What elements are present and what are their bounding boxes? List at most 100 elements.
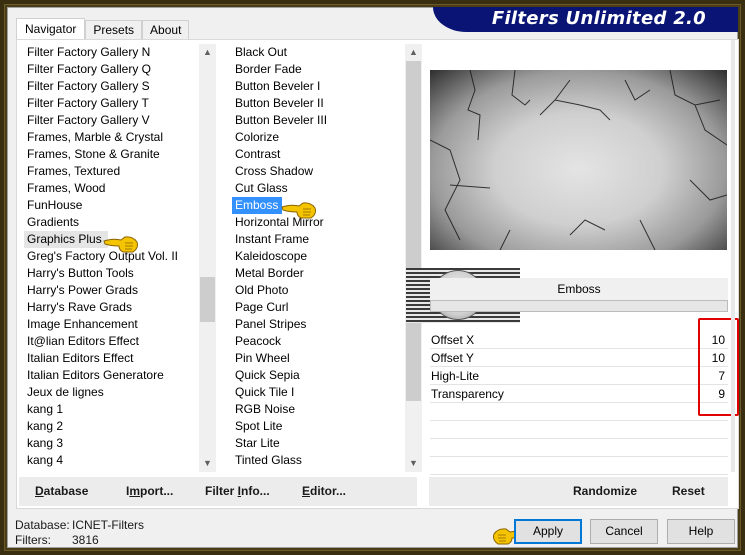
parameter-row[interactable] [430, 457, 728, 475]
filter-scrollbar[interactable]: ▲ ▼ [405, 44, 422, 472]
list-item[interactable]: Filter Factory Gallery N [24, 44, 200, 61]
list-item[interactable]: Page Curl [232, 299, 407, 316]
list-item[interactable]: Graphics Plus [24, 231, 108, 248]
category-scrollbar[interactable]: ▲ ▼ [199, 44, 216, 472]
database-value: ICNET-Filters [72, 518, 144, 532]
filters-label: Filters: [15, 533, 51, 547]
params-scrollbar[interactable] [731, 40, 735, 472]
category-scroll-thumb[interactable] [200, 277, 215, 322]
reset-button[interactable]: Reset [672, 484, 705, 498]
list-item[interactable]: kang 2 [24, 418, 200, 435]
list-item[interactable]: Harry's Button Tools [24, 265, 200, 282]
list-item[interactable]: Button Beveler III [232, 112, 407, 129]
parameter-row[interactable]: Offset X 10 [430, 331, 728, 349]
list-item[interactable]: Black Out [232, 44, 407, 61]
scroll-up-icon[interactable]: ▲ [199, 44, 216, 61]
list-item[interactable]: Emboss [232, 197, 283, 214]
list-item[interactable]: Tinted Glass [232, 452, 407, 469]
cancel-button[interactable]: Cancel [590, 519, 658, 544]
help-button[interactable]: Help [667, 519, 735, 544]
list-item[interactable]: Metal Border [232, 265, 407, 282]
list-item[interactable]: Spot Lite [232, 418, 407, 435]
list-item[interactable]: Frames, Stone & Granite [24, 146, 200, 163]
list-item[interactable]: Kaleidoscope [232, 248, 407, 265]
parameter-row[interactable] [430, 403, 728, 421]
list-item[interactable]: Frames, Marble & Crystal [24, 129, 200, 146]
list-item[interactable]: kang 4 [24, 452, 200, 469]
editor-button[interactable]: Editor... [302, 484, 346, 498]
list-item[interactable]: Quick Sepia [232, 367, 407, 384]
parameter-value[interactable]: 9 [718, 385, 725, 403]
parameter-row[interactable] [430, 439, 728, 457]
parameter-row[interactable] [430, 421, 728, 439]
list-item[interactable]: It@lian Editors Effect [24, 333, 200, 350]
list-item[interactable]: Star Lite [232, 435, 407, 452]
list-item[interactable]: Frames, Textured [24, 163, 200, 180]
import-button[interactable]: Import... [126, 484, 173, 498]
parameter-label: Transparency [431, 387, 504, 401]
list-item[interactable]: Peacock [232, 333, 407, 350]
list-item[interactable]: Cross Shadow [232, 163, 407, 180]
list-item[interactable]: Pin Wheel [232, 350, 407, 367]
list-item[interactable]: Panel Stripes [232, 316, 407, 333]
list-item[interactable]: Frames, Wood [24, 180, 200, 197]
parameter-label: High-Lite [431, 369, 480, 383]
scroll-down-icon[interactable]: ▼ [199, 455, 216, 472]
list-item[interactable]: Quick Tile I [232, 384, 407, 401]
randomize-button[interactable]: Randomize [573, 484, 637, 498]
list-item[interactable]: RGB Noise [232, 401, 407, 418]
database-button[interactable]: Database [35, 484, 88, 498]
list-item[interactable]: FunHouse [24, 197, 200, 214]
tab-presets[interactable]: Presets [85, 20, 143, 40]
list-item[interactable]: Italian Editors Effect [24, 350, 200, 367]
filter-info-button[interactable]: Filter Info... [205, 484, 270, 498]
category-list[interactable]: Filter Factory Gallery N Filter Factory G… [24, 44, 200, 472]
list-item[interactable]: Contrast [232, 146, 407, 163]
list-item[interactable]: kang 3 [24, 435, 200, 452]
scroll-down-icon[interactable]: ▼ [405, 455, 422, 472]
apply-button[interactable]: Apply [514, 519, 582, 544]
list-item[interactable]: Instant Frame [232, 231, 407, 248]
list-item[interactable]: kang 1 [24, 401, 200, 418]
filter-scroll-thumb[interactable] [406, 61, 421, 401]
list-item[interactable]: Italian Editors Generatore [24, 367, 200, 384]
list-item[interactable]: Colorize [232, 129, 407, 146]
list-item[interactable]: Harry's Power Grads [24, 282, 200, 299]
status-area: Database: ICNET-Filters Filters: 3816 [15, 518, 144, 548]
database-label: Database: [15, 518, 70, 532]
parameter-value[interactable]: 10 [712, 331, 725, 349]
parameter-value[interactable]: 7 [718, 367, 725, 385]
scroll-up-icon[interactable]: ▲ [405, 44, 422, 61]
list-item[interactable]: Harry's Rave Grads [24, 299, 200, 316]
cracked-texture [430, 70, 727, 250]
parameter-list: Offset X 10 Offset Y 10 High-Lite 7 Transparen… [430, 331, 728, 475]
list-item[interactable]: Filter Factory Gallery S [24, 78, 200, 95]
list-item[interactable]: Filter Factory Gallery Q [24, 61, 200, 78]
list-item[interactable]: Jeux de lignes [24, 384, 200, 401]
list-item[interactable]: Image Enhancement [24, 316, 200, 333]
tab-about[interactable]: About [142, 20, 190, 40]
parameter-row[interactable]: Transparency 9 [430, 385, 728, 403]
list-item[interactable]: Filter Factory Gallery V [24, 112, 200, 129]
filter-name-label: Emboss [430, 278, 728, 300]
progress-bar [430, 300, 728, 312]
parameter-row[interactable]: Offset Y 10 [430, 349, 728, 367]
parameter-value[interactable]: 10 [712, 349, 725, 367]
tab-bar: Navigator Presets About [16, 18, 190, 40]
list-item[interactable]: Border Fade [232, 61, 407, 78]
filter-list[interactable]: Black Out Border Fade Button Beveler I Butt… [232, 44, 407, 472]
list-item[interactable]: Button Beveler II [232, 95, 407, 112]
list-item[interactable]: Button Beveler I [232, 78, 407, 95]
list-item[interactable]: Cut Glass [232, 180, 407, 197]
parameter-row[interactable]: High-Lite 7 [430, 367, 728, 385]
tab-navigator[interactable]: Navigator [16, 18, 86, 40]
filter-preview-image [430, 70, 727, 250]
parameter-label: Offset X [431, 333, 475, 347]
list-item[interactable]: Old Photo [232, 282, 407, 299]
pointing-hand-icon [103, 236, 138, 253]
list-item[interactable]: Gradients [24, 214, 200, 231]
list-item[interactable]: Horizontal Mirror [232, 214, 407, 231]
parameter-label: Offset Y [431, 351, 474, 365]
list-item[interactable]: Filter Factory Gallery T [24, 95, 200, 112]
pointing-hand-icon [281, 202, 316, 219]
